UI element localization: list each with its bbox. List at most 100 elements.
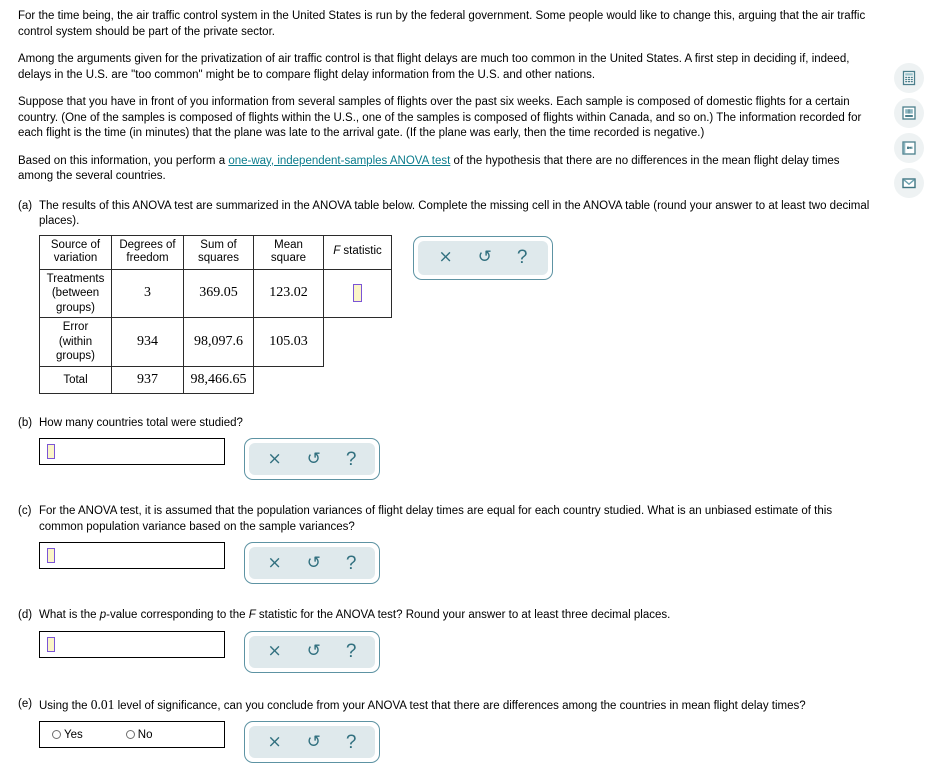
help-button[interactable]: ?	[342, 642, 361, 661]
text-caret-icon	[47, 444, 55, 459]
anova-total-ms-empty	[254, 366, 324, 393]
undo-button[interactable]: ↺	[303, 451, 325, 468]
clear-button[interactable]: ×	[263, 734, 285, 751]
clear-button[interactable]: ×	[263, 451, 285, 468]
table-row: Treatments (between groups) 3 369.05 123…	[40, 269, 392, 318]
anova-treatments-ms: 123.02	[254, 269, 324, 318]
anova-total-df: 937	[112, 366, 184, 393]
radio-option-no-label: No	[138, 729, 153, 741]
part-a-header: (a) The results of this ANOVA test are s…	[18, 199, 876, 230]
part-e-header: (e) Using the 0.01 level of significance…	[18, 697, 876, 715]
anova-header-ss: Sum of squares	[184, 235, 254, 269]
part-d-text-3: statistic for the ANOVA test? Round your…	[256, 609, 671, 621]
undo-button[interactable]: ↺	[303, 734, 325, 751]
undo-button[interactable]: ↺	[303, 555, 325, 572]
part-e-question: Using the 0.01 level of significance, ca…	[39, 697, 876, 715]
radio-option-yes-label: Yes	[64, 729, 83, 741]
part-d-header: (d) What is the p-value corresponding to…	[18, 608, 876, 624]
radio-button-icon[interactable]	[52, 730, 61, 739]
text-caret-icon	[47, 637, 55, 652]
glossary-tool-button[interactable]	[894, 133, 924, 163]
anova-row-total-label: Total	[40, 366, 112, 393]
anova-treatments-ss: 369.05	[184, 269, 254, 318]
help-button[interactable]: ?	[342, 554, 361, 573]
answer-toolbar-e-inner: × ↺ ?	[249, 726, 375, 758]
intro-paragraph-3: Suppose that you have in front of you in…	[18, 95, 876, 142]
part-c-answer-input[interactable]	[39, 542, 225, 569]
anova-total-f-empty	[324, 366, 392, 393]
part-d-answer-row: × ↺ ?	[39, 631, 876, 673]
part-b-header: (b) How many countries total were studie…	[18, 416, 876, 432]
radio-button-icon[interactable]	[126, 730, 135, 739]
undo-button[interactable]: ↺	[474, 249, 496, 266]
message-tool-button[interactable]	[894, 168, 924, 198]
calculator-tool-button[interactable]	[894, 63, 924, 93]
part-c-answer-row: × ↺ ?	[39, 542, 876, 584]
part-e-answer-row: Yes No × ↺ ?	[39, 721, 876, 763]
table-row: Error (within groups) 934 98,097.6 105.0…	[40, 318, 392, 367]
anova-row-treatments-line1: Treatments	[43, 272, 108, 287]
anova-row-error-label: Error (within groups)	[40, 318, 112, 367]
part-c: (c) For the ANOVA test, it is assumed th…	[18, 504, 876, 584]
anova-table-head: Source of variation Degrees of freedom S…	[40, 235, 392, 269]
answer-toolbar-d-inner: × ↺ ?	[249, 636, 375, 668]
anova-row-error-line2: (within	[43, 335, 108, 350]
anova-test-link[interactable]: one-way, independent-samples ANOVA test	[228, 155, 450, 167]
glossary-icon	[901, 140, 917, 156]
help-button[interactable]: ?	[342, 733, 361, 752]
anova-row-treatments-line2: (between	[43, 286, 108, 301]
part-d-question: What is the p-value corresponding to the…	[39, 608, 876, 624]
part-d-answer-input[interactable]	[39, 631, 225, 658]
radio-option-yes[interactable]: Yes	[52, 729, 83, 741]
anova-row-treatments-label: Treatments (between groups)	[40, 269, 112, 318]
anova-error-f-empty	[324, 318, 392, 367]
part-e-answer-choices: Yes No	[39, 721, 225, 748]
anova-f-input-wrapper[interactable]	[327, 284, 388, 302]
anova-treatments-f-input[interactable]	[324, 269, 392, 318]
part-c-header: (c) For the ANOVA test, it is assumed th…	[18, 504, 876, 535]
help-button[interactable]: ?	[513, 248, 532, 267]
undo-button[interactable]: ↺	[303, 643, 325, 660]
anova-error-df: 934	[112, 318, 184, 367]
table-row: Total 937 98,466.65	[40, 366, 392, 393]
help-button[interactable]: ?	[342, 450, 361, 469]
exercise-content: For the time being, the air traffic cont…	[0, 0, 890, 763]
part-e-text-1: Using the	[39, 700, 91, 712]
anova-header-ms: Mean square	[254, 235, 324, 269]
anova-total-ss: 98,466.65	[184, 366, 254, 393]
part-b-answer-input[interactable]	[39, 438, 225, 465]
intro-paragraph-4: Based on this information, you perform a…	[18, 154, 876, 185]
part-b: (b) How many countries total were studie…	[18, 416, 876, 481]
answer-toolbar-d: × ↺ ?	[244, 631, 380, 673]
reference-tool-button[interactable]	[894, 98, 924, 128]
answer-toolbar-b: × ↺ ?	[244, 438, 380, 480]
answer-toolbar-b-inner: × ↺ ?	[249, 443, 375, 475]
part-e-text-2: level of significance, can you conclude …	[114, 700, 805, 712]
part-d: (d) What is the p-value corresponding to…	[18, 608, 876, 673]
clear-button[interactable]: ×	[434, 249, 456, 266]
anova-treatments-df: 3	[112, 269, 184, 318]
part-c-question: For the ANOVA test, it is assumed that t…	[39, 504, 876, 535]
part-c-label: (c)	[18, 504, 39, 520]
anova-header-df: Degrees of freedom	[112, 235, 184, 269]
part-d-f-symbol: F	[249, 609, 256, 621]
part-a: (a) The results of this ANOVA test are s…	[18, 199, 876, 394]
clear-button[interactable]: ×	[263, 555, 285, 572]
anova-header-f-rest: statistic	[340, 245, 382, 257]
part-e: (e) Using the 0.01 level of significance…	[18, 697, 876, 763]
part-a-label: (a)	[18, 199, 39, 215]
part-b-answer-row: × ↺ ?	[39, 438, 876, 480]
answer-toolbar-a-inner: × ↺ ?	[418, 241, 548, 275]
text-caret-icon	[353, 284, 362, 302]
anova-table-body: Treatments (between groups) 3 369.05 123…	[40, 269, 392, 393]
part-b-question: How many countries total were studied?	[39, 416, 876, 432]
answer-toolbar-e: × ↺ ?	[244, 721, 380, 763]
clear-button[interactable]: ×	[263, 643, 285, 660]
answer-toolbar-c: × ↺ ?	[244, 542, 380, 584]
book-icon	[901, 105, 917, 121]
part-d-text-2: -value corresponding to the	[106, 609, 249, 621]
anova-row-error-line1: Error	[43, 320, 108, 335]
anova-error-ss: 98,097.6	[184, 318, 254, 367]
radio-option-no[interactable]: No	[126, 729, 153, 741]
part-b-label: (b)	[18, 416, 39, 432]
